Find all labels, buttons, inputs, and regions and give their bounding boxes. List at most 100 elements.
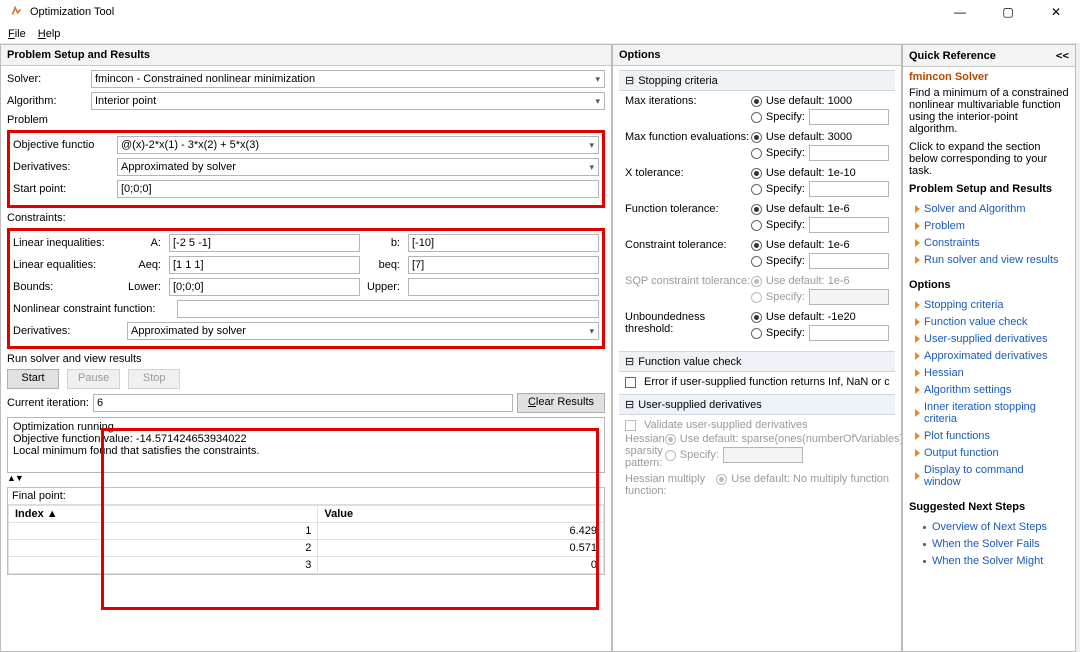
startpoint-label: Start point: xyxy=(13,183,113,195)
iteration-value: 6 xyxy=(93,394,513,412)
final-point-panel: Final point: Index ▲Value 16.429 20.571 … xyxy=(7,487,605,575)
hsp-default-radio xyxy=(665,434,676,445)
matlab-icon xyxy=(8,4,24,20)
bounds-label: Bounds: xyxy=(13,281,123,293)
derivatives-label: Derivatives: xyxy=(13,161,113,173)
ftol-spec-radio[interactable] xyxy=(751,220,762,231)
maxfun-spec-radio[interactable] xyxy=(751,148,762,159)
solver-label: Solver: xyxy=(7,73,87,85)
qr-solver-name: fmincon Solver xyxy=(909,71,1069,83)
derivatives-select[interactable]: Approximated by solver xyxy=(117,158,599,176)
final-point-label: Final point: xyxy=(8,488,604,505)
unb-default-radio[interactable] xyxy=(751,312,762,323)
Upper-input[interactable] xyxy=(408,278,599,296)
unb-input[interactable] xyxy=(809,325,889,341)
left-panel-header: Problem Setup and Results xyxy=(1,45,611,66)
qr-link[interactable]: Constraints xyxy=(915,237,1063,249)
nonlin-label: Nonlinear constraint function: xyxy=(13,303,173,315)
sqp-default-radio xyxy=(751,276,762,287)
lin-eq-label: Linear equalities: xyxy=(13,259,123,271)
clear-results-button[interactable]: Clear Results xyxy=(517,393,605,413)
qr-link[interactable]: Function value check xyxy=(915,316,1063,328)
fvc-checkbox[interactable] xyxy=(625,377,636,388)
table-row: 30 xyxy=(9,557,604,574)
objective-input[interactable]: @(x)-2*x(1) - 3*x(2) + 5*x(3) xyxy=(117,136,599,154)
xtol-spec-radio[interactable] xyxy=(751,184,762,195)
maxiter-default-radio[interactable] xyxy=(751,96,762,107)
maxiter-input[interactable] xyxy=(809,109,889,125)
stopping-criteria-header[interactable]: ⊟Stopping criteria xyxy=(619,70,895,91)
minimize-button[interactable]: — xyxy=(944,2,976,22)
usd-checkbox xyxy=(625,420,636,431)
sqp-spec-radio xyxy=(751,292,762,303)
qr-link[interactable]: Problem xyxy=(915,220,1063,232)
output-toggle[interactable]: ▲▼ xyxy=(7,473,605,483)
solver-select[interactable]: fmincon - Constrained nonlinear minimiza… xyxy=(91,70,605,88)
options-header: Options xyxy=(613,45,901,66)
ctol-input[interactable] xyxy=(809,253,889,269)
constraints-group: Constraints: xyxy=(7,212,605,224)
problem-group: Problem xyxy=(7,114,605,126)
qr-link[interactable]: Hessian xyxy=(915,367,1063,379)
qr-link[interactable]: Plot functions xyxy=(915,430,1063,442)
A-input[interactable]: [-2 5 -1] xyxy=(169,234,360,252)
qr-collapse-icon[interactable]: << xyxy=(1056,49,1069,62)
qr-body: fmincon Solver Find a minimum of a const… xyxy=(903,67,1075,651)
maximize-button[interactable]: ▢ xyxy=(992,2,1024,22)
qr-header: Quick Reference << xyxy=(903,45,1075,67)
run-section: Run solver and view results xyxy=(7,353,605,365)
menu-help[interactable]: Help xyxy=(38,28,61,40)
qr-link[interactable]: Overview of Next Steps xyxy=(915,521,1063,533)
nonlin-input[interactable] xyxy=(177,300,599,318)
sqp-input xyxy=(809,289,889,305)
lin-ineq-label: Linear inequalities: xyxy=(13,237,123,249)
options-body: ⊟Stopping criteria Max iterations: Use d… xyxy=(613,66,901,651)
ctol-default-radio[interactable] xyxy=(751,240,762,251)
ctol-spec-radio[interactable] xyxy=(751,256,762,267)
beq-input[interactable]: [7] xyxy=(408,256,599,274)
algorithm-select[interactable]: Interior point xyxy=(91,92,605,110)
derivs2-select[interactable]: Approximated by solver xyxy=(127,322,599,340)
b-input[interactable]: [-10] xyxy=(408,234,599,252)
qr-link[interactable]: Approximated derivatives xyxy=(915,350,1063,362)
constraints-box: Linear inequalities: A:[-2 5 -1] b:[-10]… xyxy=(7,228,605,349)
qr-link[interactable]: Stopping criteria xyxy=(915,299,1063,311)
qr-link[interactable]: Inner iteration stopping criteria xyxy=(915,401,1063,425)
algorithm-label: Algorithm: xyxy=(7,95,87,107)
maxfun-input[interactable] xyxy=(809,145,889,161)
objective-label: Objective functio xyxy=(13,139,113,151)
start-button[interactable]: Start xyxy=(7,369,59,389)
output-text: Optimization running. Objective function… xyxy=(7,417,605,473)
xtol-default-radio[interactable] xyxy=(751,168,762,179)
startpoint-input[interactable]: [0;0;0] xyxy=(117,180,599,198)
menu-file[interactable]: File xyxy=(8,28,26,40)
qr-link[interactable]: Run solver and view results xyxy=(915,254,1063,266)
unb-spec-radio[interactable] xyxy=(751,328,762,339)
maxiter-spec-radio[interactable] xyxy=(751,112,762,123)
menubar: File Help xyxy=(0,24,1080,44)
qr-link[interactable]: Display to command window xyxy=(915,464,1063,488)
Lower-input[interactable]: [0;0;0] xyxy=(169,278,360,296)
table-row: 20.571 xyxy=(9,540,604,557)
qr-link[interactable]: When the Solver Fails xyxy=(915,538,1063,550)
stop-button[interactable]: Stop xyxy=(128,369,180,389)
window-title: Optimization Tool xyxy=(30,6,944,18)
close-button[interactable]: ✕ xyxy=(1040,2,1072,22)
ftol-input[interactable] xyxy=(809,217,889,233)
qr-link[interactable]: Output function xyxy=(915,447,1063,459)
Aeq-input[interactable]: [1 1 1] xyxy=(169,256,360,274)
hsp-spec-radio xyxy=(665,450,676,461)
qr-link[interactable]: Algorithm settings xyxy=(915,384,1063,396)
usd-header[interactable]: ⊟User-supplied derivatives xyxy=(619,394,895,415)
left-panel-body: Solver: fmincon - Constrained nonlinear … xyxy=(1,66,611,651)
final-point-table: Index ▲Value 16.429 20.571 30 xyxy=(8,505,604,574)
ftol-default-radio[interactable] xyxy=(751,204,762,215)
qr-link[interactable]: User-supplied derivatives xyxy=(915,333,1063,345)
qr-link[interactable]: When the Solver Might xyxy=(915,555,1063,567)
pause-button[interactable]: Pause xyxy=(67,369,120,389)
fvc-header[interactable]: ⊟Function value check xyxy=(619,351,895,372)
xtol-input[interactable] xyxy=(809,181,889,197)
maxfun-default-radio[interactable] xyxy=(751,132,762,143)
qr-link[interactable]: Solver and Algorithm xyxy=(915,203,1063,215)
derivs2-label: Derivatives: xyxy=(13,325,123,337)
